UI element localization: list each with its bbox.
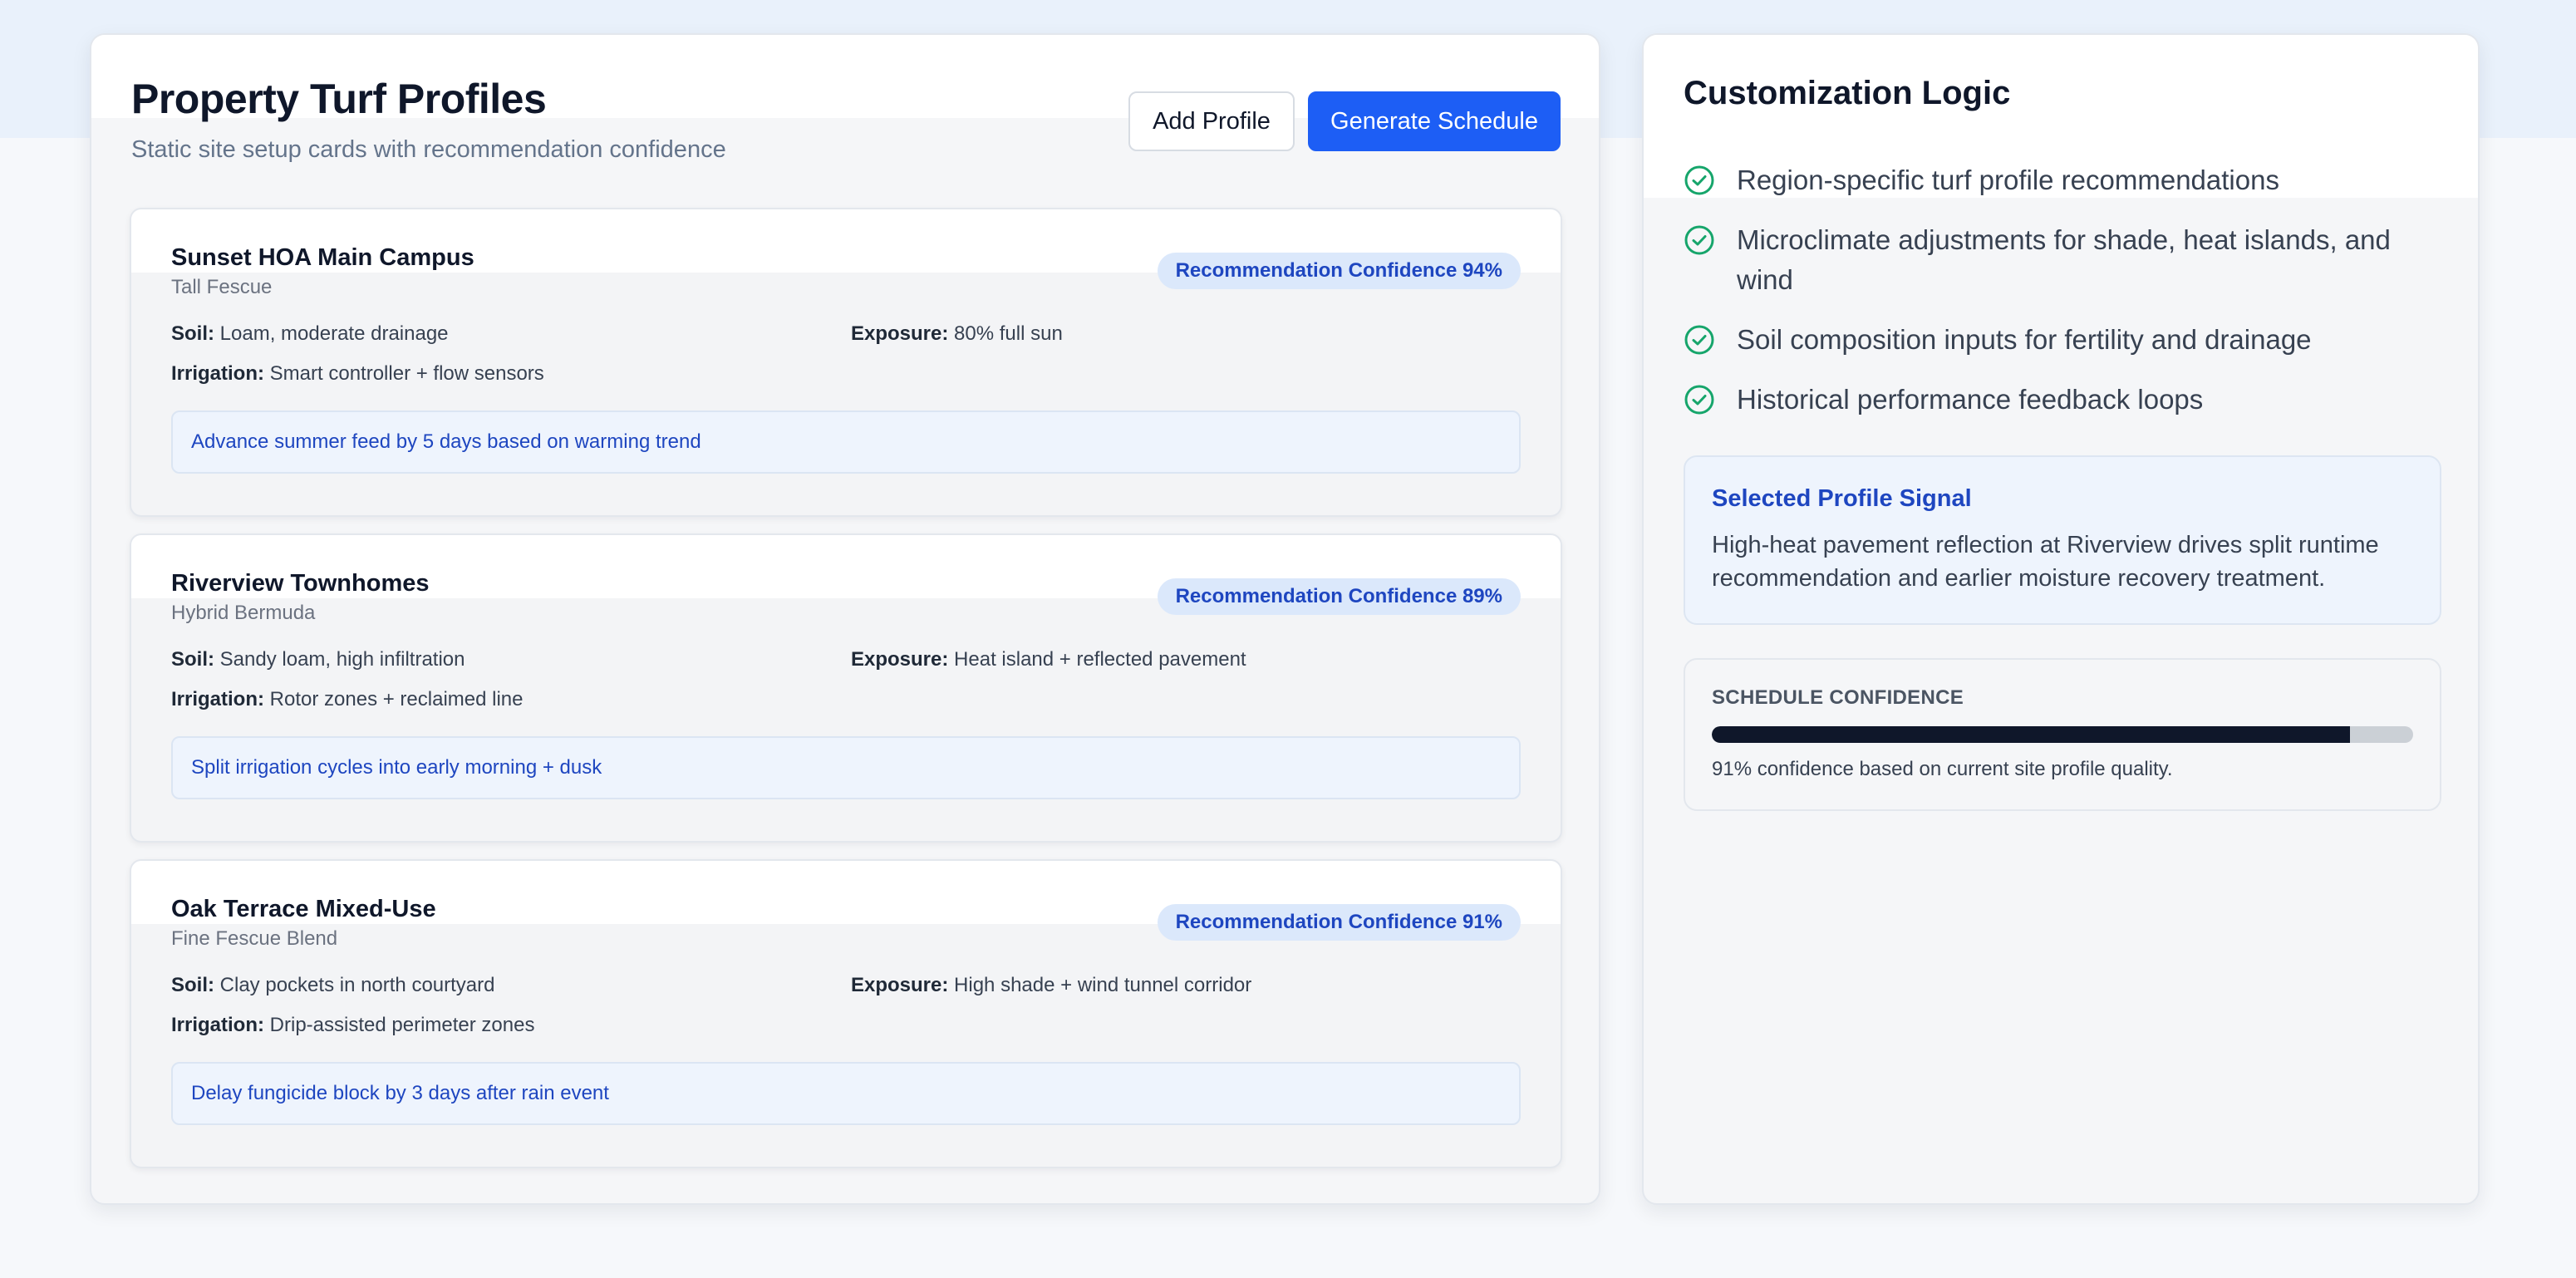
exposure-value: Heat island + reflected pavement — [954, 648, 1246, 671]
soil-value: Loam, moderate drainage — [219, 322, 449, 345]
soil-label: Soil: — [171, 648, 214, 671]
profile-turf-type: Fine Fescue Blend — [171, 927, 338, 950]
customization-logic-panel: Customization Logic Region-specific turf… — [1642, 33, 2480, 1205]
check-circle-icon — [1684, 385, 1714, 415]
check-circle-icon — [1684, 165, 1714, 195]
profile-turf-type: Tall Fescue — [171, 276, 273, 298]
irrigation-value: Drip-assisted perimeter zones — [269, 1014, 535, 1036]
irrigation-label: Irrigation: — [171, 362, 264, 385]
page-subtitle: Static site setup cards with recommendat… — [131, 136, 726, 163]
exposure-value: 80% full sun — [954, 322, 1063, 345]
confidence-badge: Recommendation Confidence 94% — [1157, 253, 1521, 289]
progress-fill — [1712, 726, 2351, 743]
signal-title: Selected Profile Signal — [1712, 485, 1972, 512]
profile-name: Oak Terrace Mixed-Use — [171, 896, 436, 922]
signal-text: High-heat pavement reflection at Rivervi… — [1712, 532, 2379, 592]
exposure-field: Exposure: Heat island + reflected paveme… — [851, 648, 1246, 671]
recommendation-box: Split irrigation cycles into early morni… — [171, 736, 1521, 799]
irrigation-value: Smart controller + flow sensors — [269, 362, 544, 385]
exposure-field: Exposure: High shade + wind tunnel corri… — [851, 974, 1251, 997]
profile-name: Riverview Townhomes — [171, 570, 430, 597]
irrigation-field: Irrigation: Drip-assisted perimeter zone… — [171, 1014, 534, 1037]
logic-item: Microclimate adjustments for shade, heat… — [1684, 224, 2431, 300]
logic-item-text: Region-specific turf profile recommendat… — [1737, 165, 2279, 195]
generate-schedule-button[interactable]: Generate Schedule — [1308, 91, 1561, 151]
soil-label: Soil: — [171, 322, 214, 345]
logic-item-text: Historical performance feedback loops — [1737, 384, 2204, 415]
selected-profile-signal-box: Selected Profile Signal High-heat paveme… — [1684, 455, 2441, 625]
add-profile-button[interactable]: Add Profile — [1128, 91, 1295, 151]
schedule-confidence-label: SCHEDULE CONFIDENCE — [1712, 686, 1964, 709]
check-circle-icon — [1684, 225, 1714, 255]
irrigation-field: Irrigation: Rotor zones + reclaimed line — [171, 688, 524, 711]
logic-item-text: Microclimate adjustments for shade, heat… — [1737, 224, 2391, 295]
exposure-field: Exposure: 80% full sun — [851, 322, 1063, 346]
soil-label: Soil: — [171, 974, 214, 996]
turf-profiles-panel: Property Turf Profiles Static site setup… — [90, 33, 1600, 1205]
confidence-badge: Recommendation Confidence 91% — [1157, 904, 1521, 941]
exposure-value: High shade + wind tunnel corridor — [954, 974, 1252, 996]
recommendation-box: Delay fungicide block by 3 days after ra… — [171, 1062, 1521, 1125]
profile-card-sunset-hoa[interactable]: Sunset HOA Main Campus Tall Fescue Recom… — [130, 208, 1562, 517]
schedule-confidence-caption: 91% confidence based on current site pro… — [1712, 758, 2173, 780]
profile-card-riverview[interactable]: Riverview Townhomes Hybrid Bermuda Recom… — [130, 533, 1562, 843]
exposure-label: Exposure: — [851, 322, 949, 345]
soil-value: Sandy loam, high infiltration — [219, 648, 465, 671]
schedule-confidence-progress — [1712, 726, 2413, 743]
logic-item: Soil composition inputs for fertility an… — [1684, 324, 2431, 360]
exposure-label: Exposure: — [851, 648, 949, 671]
profile-name: Sunset HOA Main Campus — [171, 244, 474, 271]
logic-item-text: Soil composition inputs for fertility an… — [1737, 324, 2312, 355]
irrigation-field: Irrigation: Smart controller + flow sens… — [171, 362, 544, 386]
profile-turf-type: Hybrid Bermuda — [171, 602, 316, 624]
exposure-label: Exposure: — [851, 974, 949, 996]
soil-field: Soil: Clay pockets in north courtyard — [171, 974, 495, 997]
logic-item: Historical performance feedback loops — [1684, 384, 2431, 420]
irrigation-label: Irrigation: — [171, 1014, 264, 1036]
irrigation-label: Irrigation: — [171, 688, 264, 710]
irrigation-value: Rotor zones + reclaimed line — [269, 688, 524, 710]
soil-field: Soil: Sandy loam, high infiltration — [171, 648, 465, 671]
schedule-confidence-box: SCHEDULE CONFIDENCE 91% confidence based… — [1684, 658, 2441, 811]
page-title: Property Turf Profiles — [131, 76, 547, 122]
check-circle-icon — [1684, 325, 1714, 355]
soil-field: Soil: Loam, moderate drainage — [171, 322, 449, 346]
customization-logic-title: Customization Logic — [1684, 75, 2011, 111]
recommendation-box: Advance summer feed by 5 days based on w… — [171, 410, 1521, 474]
soil-value: Clay pockets in north courtyard — [219, 974, 495, 996]
confidence-badge: Recommendation Confidence 89% — [1157, 578, 1521, 615]
logic-item: Region-specific turf profile recommendat… — [1684, 165, 2431, 200]
profile-card-oak-terrace[interactable]: Oak Terrace Mixed-Use Fine Fescue Blend … — [130, 859, 1562, 1168]
